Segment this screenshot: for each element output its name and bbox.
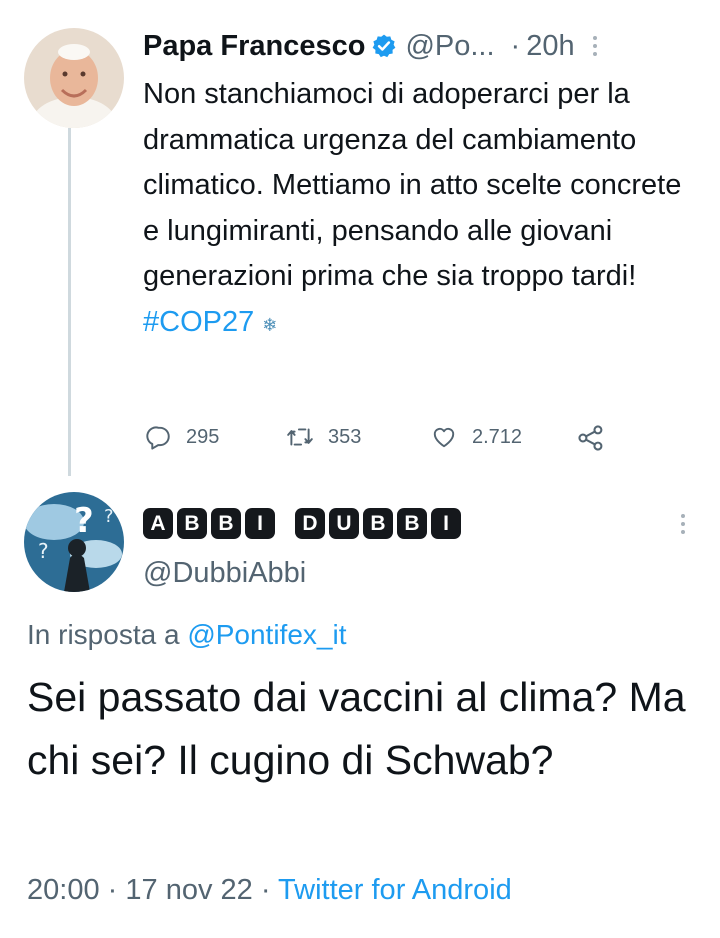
reply-tweet-avatar[interactable]: ? ? ? [24,492,124,592]
reply-author-handle[interactable]: @DubbiAbbi [143,557,306,590]
thread-connector-line [68,128,71,476]
like-count: 2.712 [472,425,523,448]
in-reply-to-line: In risposta a @Pontifex_it [27,619,346,651]
date-separator: · [107,874,118,906]
share-icon [576,424,606,452]
reply-tweet-text: Sei passato dai vaccini al clima? Ma chi… [27,674,686,783]
name-tile: B [397,508,427,539]
in-reply-to-prefix: In risposta a [27,619,180,650]
hashtag-link[interactable]: #COP27 [143,306,254,338]
reply-date[interactable]: 17 nov 22 [125,874,252,906]
source-separator: · [260,874,271,906]
reply-icon [146,424,172,450]
time-separator: · [510,29,521,62]
tweet-body: Non stanchiamoci di adoperarci per la dr… [143,78,682,292]
svg-text:?: ? [104,506,114,527]
name-tile: I [431,508,461,539]
name-tile: B [177,508,207,539]
retweet-count: 353 [328,425,362,448]
original-tweet-avatar[interactable] [24,28,124,128]
like-icon [430,424,458,450]
like-action[interactable]: 2.712 [430,424,522,450]
name-tile: B [363,508,393,539]
name-tile: U [329,508,359,539]
more-options-icon[interactable] [592,36,597,56]
retweet-icon [286,424,314,450]
reply-more-options-icon[interactable] [681,514,685,534]
author-handle[interactable]: @Po... [405,30,494,63]
name-space [279,508,291,539]
in-reply-to-handle[interactable]: @Pontifex_it [187,619,346,650]
verified-badge-icon [371,33,397,59]
tweet-source-link[interactable]: Twitter for Android [278,874,512,906]
name-tile: I [245,508,275,539]
retweet-action[interactable]: 353 [286,424,361,450]
tweet-time[interactable]: 20h [526,30,574,63]
original-tweet-text: Non stanchiamoci di adoperarci per la dr… [143,72,703,348]
reply-action[interactable]: 295 [146,424,219,450]
name-tile: D [295,508,325,539]
name-tile: B [211,508,241,539]
share-action[interactable] [576,424,606,452]
author-display-name[interactable]: Papa Francesco [143,30,365,63]
reply-author-display-name[interactable]: A B B I D U B B I [143,508,461,539]
svg-text:?: ? [74,501,94,541]
reply-count: 295 [186,425,220,448]
svg-text:?: ? [38,539,49,563]
name-tile: A [143,508,173,539]
reply-tweet-meta: 20:00 · 17 nov 22 · Twitter for Android [27,874,512,907]
original-tweet-header: Papa Francesco @Po... · 20h [143,26,703,66]
hashtag-emoji-icon: ❄ [262,314,278,335]
reply-time[interactable]: 20:00 [27,874,100,906]
